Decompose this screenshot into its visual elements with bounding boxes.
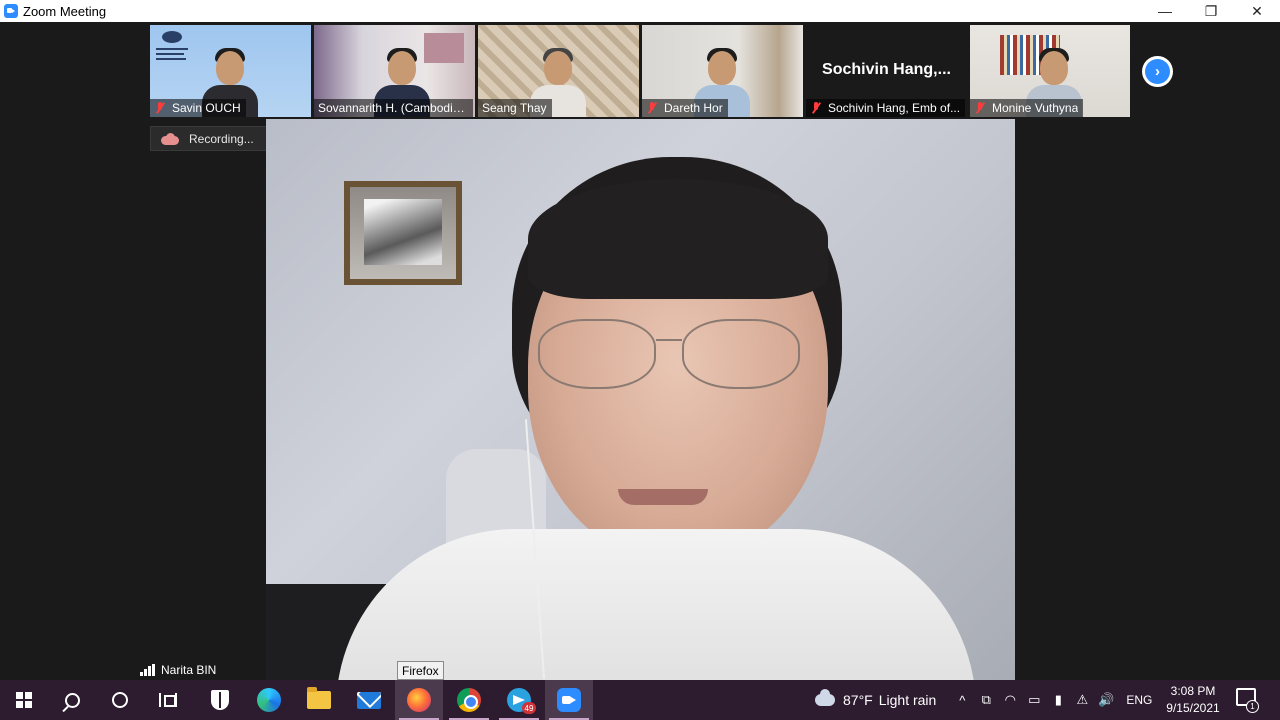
participant-name-bar: Seang Thay [478, 99, 552, 117]
participant-thumbnail[interactable]: Dareth Hor [642, 25, 803, 117]
microphone-icon[interactable]: ▮ [1049, 690, 1067, 710]
cortana-button[interactable] [96, 680, 144, 720]
participant-name: Dareth Hor [664, 101, 723, 115]
zoom-app[interactable] [545, 680, 593, 720]
wall-picture [424, 33, 464, 63]
task-view-icon [159, 693, 177, 707]
notification-count: 1 [1246, 700, 1259, 713]
logo-graphic [156, 31, 188, 71]
security-app[interactable] [196, 680, 244, 720]
meeting-area: Savin OUCH Sovannarith H. (Cambodia... S… [0, 22, 1280, 680]
glasses-left-lens [538, 319, 656, 389]
signal-strength-icon [140, 664, 156, 676]
clock-time: 3:08 PM [1170, 684, 1216, 698]
close-button[interactable]: ✕ [1234, 0, 1280, 22]
shield-icon [211, 690, 229, 710]
participant-name: Sovannarith H. (Cambodia... [318, 101, 468, 115]
input-language[interactable]: ENG [1126, 693, 1152, 707]
cloud-rain-icon[interactable] [815, 689, 835, 706]
edge-app[interactable] [245, 680, 293, 720]
telegram-app[interactable]: 49 [495, 680, 543, 720]
cortana-icon [112, 692, 128, 708]
mail-app[interactable] [345, 680, 393, 720]
muted-mic-icon [974, 102, 986, 114]
wifi-icon[interactable]: ◠ [1001, 690, 1019, 710]
participant-thumbnail[interactable]: Monine Vuthyna [970, 25, 1130, 117]
recording-indicator[interactable]: Recording... [150, 126, 271, 151]
participant-display-name: Sochivin Hang,... [822, 61, 951, 78]
clock-date: 9/15/2021 [1166, 701, 1220, 715]
chevron-right-icon: › [1145, 59, 1170, 84]
muted-mic-icon [646, 102, 658, 114]
participant-name: Monine Vuthyna [992, 101, 1079, 115]
speaker-mouth [618, 489, 708, 505]
minimize-button[interactable]: — [1142, 0, 1188, 22]
firefox-app[interactable] [395, 680, 443, 720]
start-button[interactable] [0, 680, 48, 720]
window-titlebar: Zoom Meeting — ❐ ✕ [0, 0, 1280, 22]
search-icon [64, 692, 80, 708]
speaker-fringe [528, 179, 828, 299]
participant-thumbnail[interactable]: Seang Thay [478, 25, 639, 117]
glasses-right-lens [682, 319, 800, 389]
taskbar-tooltip: Firefox [397, 661, 444, 680]
search-button[interactable] [48, 680, 96, 720]
task-view-button[interactable] [144, 680, 192, 720]
security-alert-icon[interactable]: ⚠ [1073, 690, 1091, 710]
participant-name: Seang Thay [482, 101, 547, 115]
participant-name-bar: Dareth Hor [642, 99, 728, 117]
speaker-shirt [336, 529, 976, 680]
next-page-button[interactable]: › [1142, 56, 1173, 87]
participant-thumbnail[interactable]: Sochivin Hang,... Sochivin Hang, Emb of.… [806, 25, 967, 117]
file-explorer-app[interactable] [295, 680, 343, 720]
window-title: Zoom Meeting [23, 3, 107, 19]
participant-thumbnail[interactable]: Sovannarith H. (Cambodia... [314, 25, 475, 117]
participant-name: Sochivin Hang, Emb of... [828, 101, 961, 115]
active-speaker-video [266, 119, 1015, 680]
participant-name-bar: Savin OUCH [150, 99, 246, 117]
edge-icon [257, 688, 281, 712]
system-tray: 87°F Light rain ^ ⧉ ◠ ▭ ▮ ⚠ 🔊 ENG [815, 680, 1164, 720]
participant-name-bar: Sochivin Hang, Emb of... [806, 99, 966, 117]
cloud-recording-icon [161, 132, 179, 145]
muted-mic-icon [810, 102, 822, 114]
participant-name-bar: Sovannarith H. (Cambodia... [314, 99, 473, 117]
window-controls: — ❐ ✕ [1142, 0, 1280, 22]
participant-name: Savin OUCH [172, 101, 241, 115]
taskbar-clock[interactable]: 3:08 PM 9/15/2021 [1160, 680, 1226, 720]
wall-picture-frame [344, 181, 462, 285]
restore-button[interactable]: ❐ [1188, 0, 1234, 22]
firefox-icon [407, 688, 431, 712]
zoom-icon [557, 688, 581, 712]
folder-icon [307, 687, 331, 709]
meet-now-icon[interactable]: ⧉ [977, 690, 995, 710]
telegram-unread-badge: 49 [522, 702, 536, 714]
participant-name-bar: Monine Vuthyna [970, 99, 1084, 117]
mail-icon [357, 691, 381, 709]
chrome-icon [457, 688, 481, 712]
show-hidden-icons-icon[interactable]: ^ [953, 690, 971, 710]
participant-thumbnail[interactable]: Savin OUCH [150, 25, 311, 117]
battery-icon[interactable]: ▭ [1025, 690, 1043, 710]
zoom-app-icon [4, 4, 18, 18]
active-speaker-label: Narita BIN [140, 660, 216, 680]
weather-condition[interactable]: Light rain [879, 692, 937, 708]
muted-mic-icon [154, 102, 166, 114]
active-speaker-name: Narita BIN [161, 663, 217, 677]
weather-temperature[interactable]: 87°F [843, 692, 873, 708]
recording-label: Recording... [189, 131, 254, 146]
glasses-bridge [656, 339, 682, 341]
chrome-app[interactable] [445, 680, 493, 720]
windows-logo-icon [16, 692, 32, 708]
volume-icon[interactable]: 🔊 [1097, 690, 1115, 710]
